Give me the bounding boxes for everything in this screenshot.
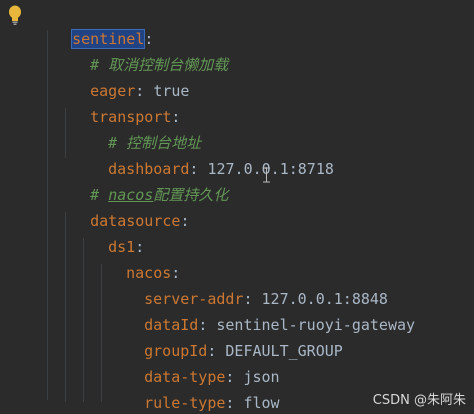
yaml-colon: : [180, 212, 190, 230]
code-line[interactable]: datasource: [54, 188, 189, 230]
yaml-value: flow [243, 394, 280, 412]
code-line[interactable]: dashboard: 127.0.0.1:8718 [72, 136, 334, 178]
code-line[interactable]: # 取消控制台懒加载 [54, 32, 228, 74]
code-editor[interactable]: sentinel: # 取消控制台懒加载 eager: true transpo… [0, 0, 474, 414]
code-line[interactable]: groupId: DEFAULT_GROUP [108, 318, 343, 360]
lightbulb-icon[interactable] [7, 4, 23, 26]
indent-guide [47, 30, 48, 400]
yaml-colon: : [225, 394, 244, 412]
code-line[interactable]: ds1: [72, 214, 144, 256]
code-line[interactable]: rule-type: flow [108, 370, 279, 412]
code-line[interactable]: dataId: sentinel-ruoyi-gateway [108, 292, 415, 334]
watermark: CSDN @朱阿朱 [372, 393, 466, 408]
code-line[interactable]: # 控制台地址 [72, 110, 201, 152]
code-line[interactable]: transport: [54, 84, 180, 126]
text-cursor-icon [263, 167, 270, 183]
code-line[interactable]: server-addr: 127.0.0.1:8848 [108, 266, 388, 308]
code-line[interactable]: sentinel: [36, 6, 153, 49]
code-line[interactable]: nacos: [90, 240, 180, 282]
code-line[interactable]: data-type: json [108, 344, 279, 386]
code-line[interactable]: eager: true [54, 58, 189, 100]
yaml-key: rule-type [144, 394, 226, 412]
code-line[interactable]: # nacos配置持久化 [54, 162, 228, 204]
